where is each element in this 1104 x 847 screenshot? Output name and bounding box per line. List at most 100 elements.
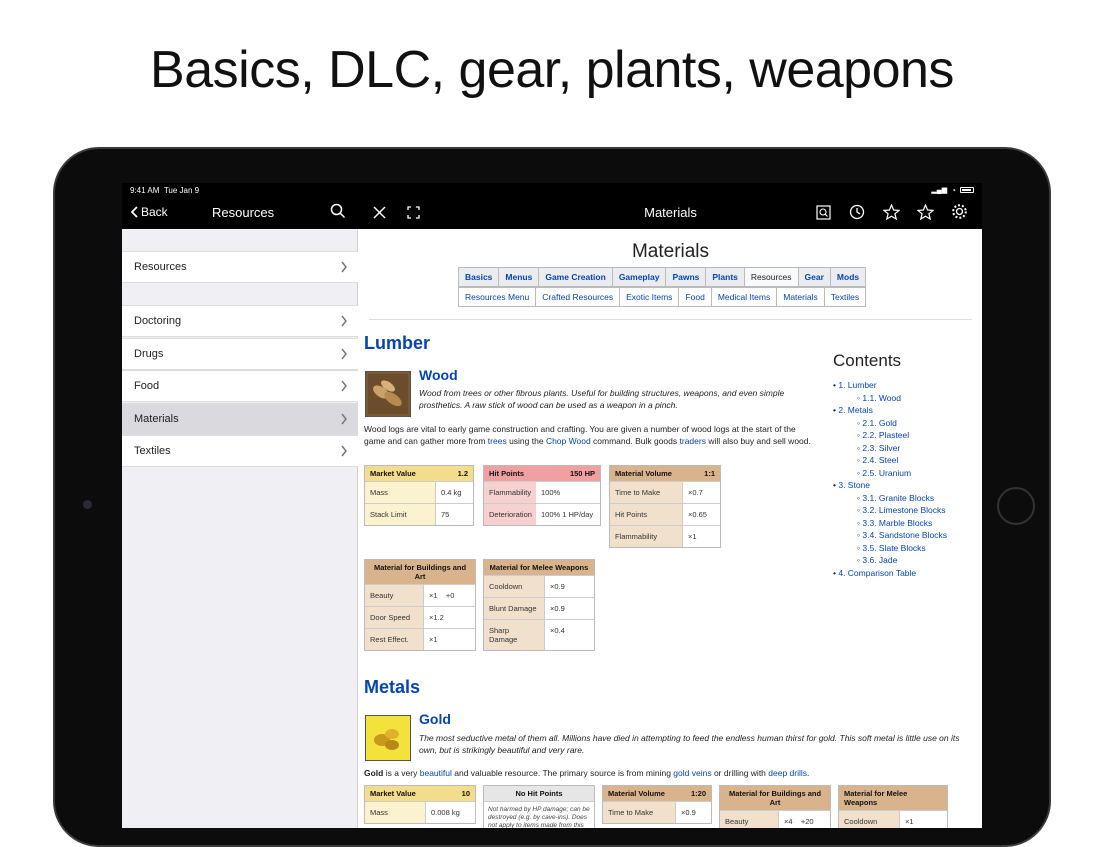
sidebar-item-food[interactable]: Food bbox=[122, 370, 358, 402]
contents-item[interactable]: • 4. Comparison Table bbox=[833, 567, 947, 580]
chevron-right-icon bbox=[341, 261, 347, 273]
favorites-icon[interactable] bbox=[916, 203, 935, 225]
nav-link-mods[interactable]: Mods bbox=[829, 267, 867, 287]
back-button[interactable]: Back bbox=[130, 205, 168, 219]
stat-key: Blunt Damage bbox=[484, 598, 544, 619]
stat-value: ×0.9 bbox=[544, 576, 570, 597]
table-header: Material for Melee Weapons bbox=[844, 789, 908, 807]
bullet-icon: ◦ bbox=[857, 505, 863, 515]
wood-item-image bbox=[365, 371, 411, 417]
bullet-icon: ◦ bbox=[857, 517, 863, 528]
nav-link-gameplay[interactable]: Gameplay bbox=[611, 267, 667, 287]
navigation-bar: Back Resources Materials bbox=[122, 197, 982, 229]
contents-item[interactable]: ◦ 3.3. Marble Blocks bbox=[833, 517, 947, 530]
find-in-page-icon[interactable] bbox=[816, 205, 831, 225]
bullet-icon: • bbox=[833, 480, 839, 490]
nav-link-medical-items[interactable]: Medical Items bbox=[710, 287, 778, 307]
table-header: Material Volume bbox=[608, 789, 665, 798]
contents-item[interactable]: ◦ 3.1. Granite Blocks bbox=[833, 492, 947, 505]
sidebar-item-label: Doctoring bbox=[134, 315, 182, 327]
search-icon[interactable] bbox=[330, 203, 346, 224]
gold-melee-table: Material for Melee Weapons Cooldown ×1 bbox=[838, 785, 948, 828]
contents-item[interactable]: • 2. Metals bbox=[833, 404, 947, 417]
stat-value: 0.008 kg bbox=[425, 802, 465, 823]
bullet-icon: ◦ bbox=[857, 530, 863, 540]
table-header: No Hit Points bbox=[515, 789, 563, 798]
table-header: Material for Melee Weapons bbox=[489, 563, 589, 572]
link-traders[interactable]: traders bbox=[680, 436, 706, 446]
sidebar-item-textiles[interactable]: Textiles bbox=[122, 435, 358, 467]
signal-icon: ▂▄▆ bbox=[931, 187, 948, 194]
contents-item[interactable]: ◦ 3.4. Sandstone Blocks bbox=[833, 529, 947, 542]
sidebar-title: Resources bbox=[212, 205, 275, 220]
sidebar-navbar: Back Resources bbox=[122, 197, 358, 229]
contents-item[interactable]: ◦ 2.3. Silver bbox=[833, 442, 947, 455]
bullet-icon: ◦ bbox=[857, 542, 863, 553]
link-beautiful[interactable]: beautiful bbox=[420, 768, 452, 778]
stat-key: Deterioration bbox=[484, 504, 536, 525]
contents-item[interactable]: ◦ 2.1. Gold bbox=[833, 417, 947, 430]
nav-link-menus[interactable]: Menus bbox=[498, 267, 540, 287]
sidebar-item-materials[interactable]: Materials bbox=[122, 403, 358, 435]
link-chop-wood[interactable]: Chop Wood bbox=[546, 436, 591, 446]
stat-key: Beauty bbox=[720, 811, 778, 828]
app-screen: 9:41 AM Tue Jan 9 ▂▄▆ ◔ Back Resources M… bbox=[122, 183, 982, 828]
stat-key: Flammability bbox=[484, 482, 536, 503]
wifi-icon: ◔ bbox=[951, 185, 956, 195]
section-heading-lumber: Lumber bbox=[364, 333, 431, 353]
sidebar-item-resources[interactable]: Resources bbox=[122, 251, 358, 283]
link-trees[interactable]: trees bbox=[488, 436, 507, 446]
history-icon[interactable] bbox=[849, 204, 865, 225]
bullet-icon: • bbox=[833, 567, 839, 578]
contents-list: • 1. Lumber ◦ 1.1. Wood • 2. Metals ◦ 2.1. … bbox=[833, 379, 947, 579]
nav-link-exotic-items[interactable]: Exotic Items bbox=[619, 287, 680, 307]
gold-item-image bbox=[365, 715, 411, 761]
contents-item[interactable]: • 1. Lumber bbox=[833, 379, 947, 392]
stat-key: Sharp Damage bbox=[484, 620, 544, 650]
contents-item[interactable]: • 3. Stone bbox=[833, 479, 947, 492]
settings-gear-icon[interactable] bbox=[951, 203, 968, 225]
link-deep-drills[interactable]: deep drills bbox=[768, 768, 807, 778]
contents-item[interactable]: ◦ 3.5. Slate Blocks bbox=[833, 542, 947, 555]
link-gold-veins[interactable]: gold veins bbox=[673, 768, 711, 778]
nav-link-game-creation[interactable]: Game Creation bbox=[538, 267, 613, 287]
sidebar-item-label: Food bbox=[134, 380, 160, 392]
chevron-right-icon bbox=[341, 445, 347, 457]
star-icon[interactable] bbox=[882, 203, 901, 225]
contents-item[interactable]: ◦ 3.2. Limestone Blocks bbox=[833, 504, 947, 517]
nav-link-textiles[interactable]: Textiles bbox=[823, 287, 867, 307]
sidebar-item-label: Resources bbox=[134, 261, 187, 273]
table-header: Market Value bbox=[370, 789, 416, 798]
contents-item[interactable]: ◦ 2.5. Uranium bbox=[833, 467, 947, 480]
sidebar-item-doctoring[interactable]: Doctoring bbox=[122, 305, 358, 337]
nav-link-crafted-resources[interactable]: Crafted Resources bbox=[535, 287, 621, 307]
bullet-icon: ◦ bbox=[857, 492, 863, 503]
gold-material-volume-table: Material Volume 1:20 Time to Make ×0.9 bbox=[602, 785, 712, 824]
status-time: 9:41 AM bbox=[130, 185, 160, 195]
contents-item[interactable]: ◦ 1.1. Wood bbox=[833, 392, 947, 405]
nav-link-pawns[interactable]: Pawns bbox=[665, 267, 707, 287]
nav-link-plants[interactable]: Plants bbox=[705, 267, 745, 287]
stat-value: ×1.2 bbox=[423, 607, 449, 628]
gold-paragraph: Gold is a very beautiful and valuable re… bbox=[364, 767, 964, 779]
sidebar-item-label: Drugs bbox=[134, 348, 164, 360]
nav-link-food[interactable]: Food bbox=[678, 287, 712, 307]
sidebar-item-drugs[interactable]: Drugs bbox=[122, 338, 358, 370]
stat-value: ×0.7 bbox=[682, 482, 708, 503]
bullet-icon: • bbox=[833, 380, 839, 390]
contents-item[interactable]: ◦ 2.4. Steel bbox=[833, 454, 947, 467]
home-button[interactable] bbox=[997, 487, 1035, 525]
hp-value: 150 HP bbox=[569, 469, 595, 478]
nav-link-resources[interactable]: Resources bbox=[743, 267, 799, 287]
table-header: Market Value bbox=[370, 469, 416, 478]
sidebar: Resources Doctoring Drugs Food Materials… bbox=[122, 229, 358, 828]
nav-link-basics[interactable]: Basics bbox=[457, 267, 500, 287]
nav-link-materials[interactable]: Materials bbox=[776, 287, 825, 307]
contents-item[interactable]: ◦ 2.2. Plasteel bbox=[833, 429, 947, 442]
item-title-wood[interactable]: Wood bbox=[419, 367, 458, 383]
nav-link-gear[interactable]: Gear bbox=[797, 267, 831, 287]
item-title-gold[interactable]: Gold bbox=[419, 711, 451, 727]
stat-key: Cooldown bbox=[484, 576, 544, 597]
contents-item[interactable]: ◦ 3.6. Jade bbox=[833, 554, 947, 567]
nav-link-resources-menu[interactable]: Resources Menu bbox=[457, 287, 537, 307]
